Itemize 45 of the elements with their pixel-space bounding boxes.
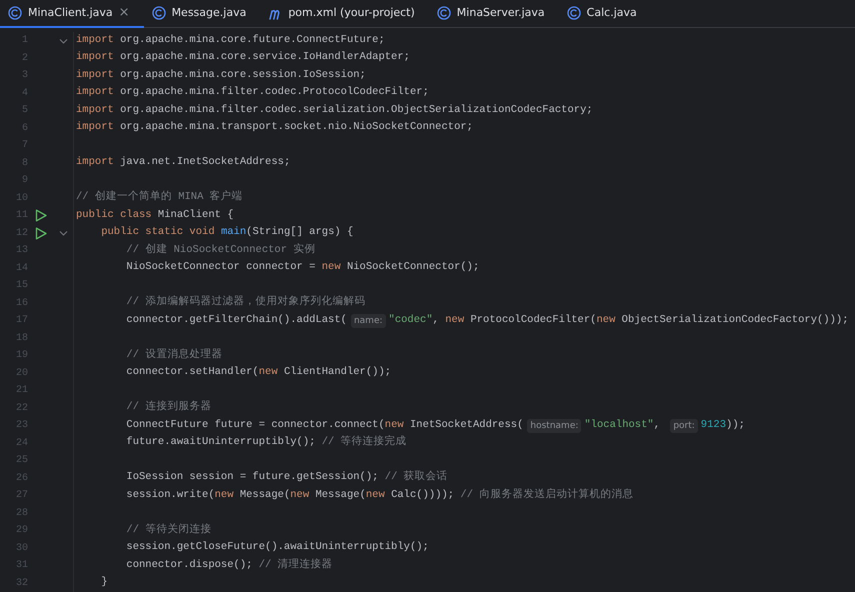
code-text: public class MinaClient { (76, 208, 234, 223)
class-icon (436, 6, 451, 20)
run-icon[interactable] (35, 226, 47, 240)
file-tab[interactable]: MinaServer.java (428, 0, 559, 28)
file-tab[interactable]: Message.java (144, 0, 260, 28)
code-text: // 创建一个简单的 MINA 客户端 (76, 190, 243, 206)
code-text: IoSession session = future.getSession(); // 获取会话 (125, 470, 448, 486)
run-icon[interactable] (35, 209, 47, 222)
code-text: import org.apache.mina.core.session.IoSession; (76, 68, 366, 83)
code-text: import org.apache.mina.core.future.ConnectFuture; (76, 32, 385, 48)
code-text: // 设置消息处理器 (125, 348, 222, 363)
parameter-hint: port: (670, 418, 698, 433)
code-text: import org.apache.mina.filter.codec.ProtocolCodecFilter; (76, 85, 429, 100)
code-text: // 添加编解码器过滤器，使用对象序列化编解码 (125, 295, 366, 310)
file-tab[interactable]: MinaClient.java × (0, 0, 144, 28)
class-icon (566, 6, 581, 20)
code-text: session.getCloseFuture().awaitUninterruptibly(); (125, 540, 429, 556)
code-text: import java.net.InetSocketAddress; (76, 155, 290, 170)
code-text: "codec", new ProtocolCodecFilter(new ObjectSerializationCodecFactory())); (388, 312, 849, 328)
fold-icon[interactable] (59, 36, 68, 45)
code-text: 9123)); (700, 418, 745, 433)
parameter-hint: name: (350, 314, 386, 328)
close-icon[interactable]: × (118, 3, 130, 23)
code-text: NioSocketConnector connector = new NioSocketConnector(); (125, 260, 480, 276)
code-text: future.awaitUninterruptibly(); // 等待连接完成 (125, 435, 407, 450)
code-text: } (100, 575, 108, 590)
code-text: import org.apache.mina.filter.codec.serialization.ObjectSerializationCodecFactory; (76, 102, 593, 118)
code-text: session.write(new Message(new Message(new Calc()))); // 向服务器发送启动计算机的消息 (125, 488, 634, 503)
file-tab[interactable]: Calc.java (558, 0, 651, 28)
code-text: connector.setHandler(new ClientHandler()); (125, 365, 392, 380)
code-text: connector.getFilterChain().addLast( (125, 312, 347, 328)
code-text: import org.apache.mina.core.service.IoHandlerAdapter; (76, 50, 410, 66)
code-text: // 创建 NioSocketConnector 实例 (125, 242, 316, 258)
code-text: public static void main(String[] args) { (100, 225, 354, 240)
fold-icon[interactable] (59, 229, 68, 238)
code-text: // 连接到服务器 (125, 400, 212, 416)
class-icon (152, 6, 166, 20)
class-icon (8, 6, 22, 20)
file-tab[interactable]: pom.xml (your-project) (260, 0, 429, 28)
code-text: ConnectFuture future = connector.connect(new InetSocketAddress( (125, 418, 524, 433)
code-text: import org.apache.mina.transport.socket.nio.NioSocketConnector; (76, 120, 473, 136)
code-text: "localhost", (584, 418, 662, 433)
parameter-hint: hostname: (527, 418, 582, 433)
code-text: connector.dispose(); // 清理连接器 (125, 558, 333, 573)
code-text: // 等待关闭连接 (125, 522, 212, 538)
